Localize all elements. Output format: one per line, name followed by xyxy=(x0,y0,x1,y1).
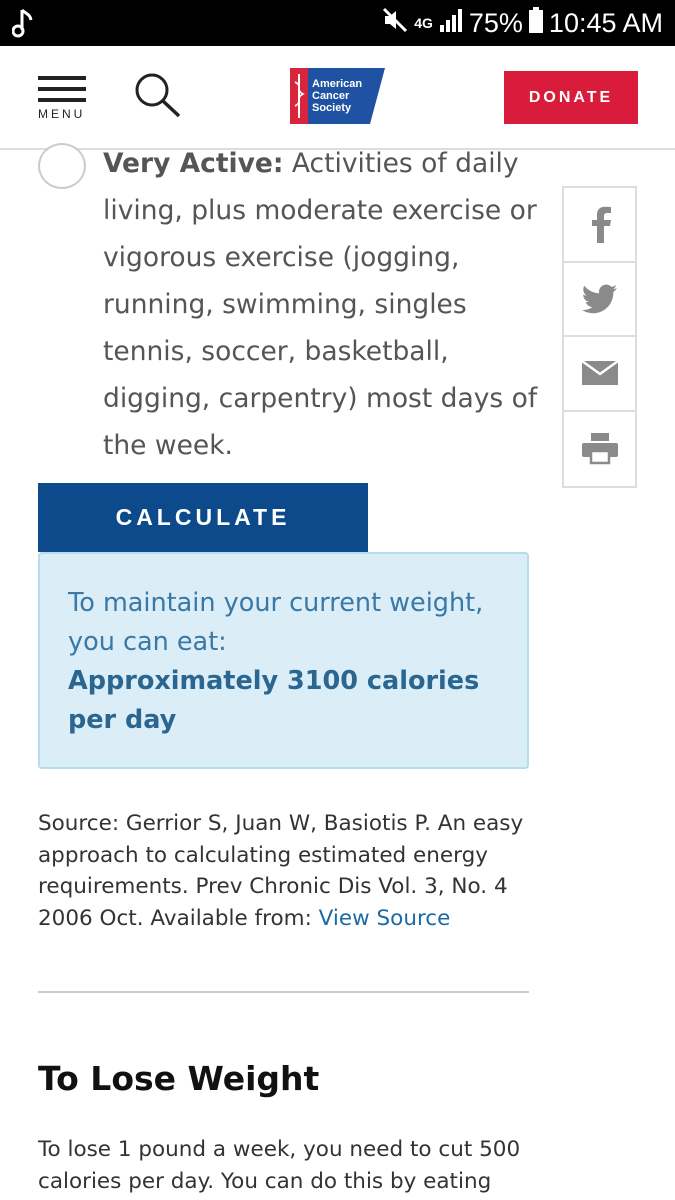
twitter-icon xyxy=(581,284,617,313)
logo-line-1: American xyxy=(312,78,362,90)
option-description: Activities of daily living, plus moderat… xyxy=(103,148,538,461)
site-header: MENU American Cancer Society DONATE xyxy=(0,46,675,150)
mute-icon xyxy=(382,7,408,40)
print-button[interactable] xyxy=(564,412,635,487)
battery-percent: 75% xyxy=(468,7,523,38)
logo-line-2: Cancer xyxy=(312,90,350,102)
lose-weight-heading: To Lose Weight xyxy=(38,1059,320,1098)
status-bar: 4G 75% 10:45 AM xyxy=(0,0,675,46)
share-rail xyxy=(562,186,637,488)
menu-label: MENU xyxy=(38,107,86,121)
activity-option-very-active[interactable]: Very Active: Activities of daily living,… xyxy=(103,140,543,469)
share-facebook-button[interactable] xyxy=(564,188,635,263)
donate-button[interactable]: DONATE xyxy=(504,71,638,124)
facebook-icon xyxy=(591,207,611,244)
network-label: 4G xyxy=(414,15,433,31)
section-divider xyxy=(38,991,529,993)
battery-icon xyxy=(528,6,543,40)
activity-radio-very-active[interactable] xyxy=(38,143,86,189)
result-panel: To maintain your current weight, you can… xyxy=(38,552,529,769)
calculate-button[interactable]: CALCULATE xyxy=(38,483,368,552)
menu-icon xyxy=(38,76,86,80)
logo-line-3: Society xyxy=(312,102,352,114)
print-icon xyxy=(581,432,618,464)
acs-logo[interactable]: American Cancer Society xyxy=(290,68,385,124)
source-citation: Source: Gerrior S, Juan W, Basiotis P. A… xyxy=(38,808,538,934)
search-icon xyxy=(135,73,181,118)
share-twitter-button[interactable] xyxy=(564,263,635,337)
lose-weight-body: To lose 1 pound a week, you need to cut … xyxy=(38,1137,521,1194)
search-button[interactable] xyxy=(132,70,182,120)
result-intro: To maintain your current weight, you can… xyxy=(68,588,484,657)
result-calories: Approximately 3100 calories per day xyxy=(68,666,480,735)
email-icon xyxy=(581,361,618,386)
music-note-icon xyxy=(11,6,34,40)
option-label: Very Active: xyxy=(103,148,284,179)
signal-icon xyxy=(439,7,463,40)
menu-button[interactable]: MENU xyxy=(36,74,92,126)
view-source-link[interactable]: View Source xyxy=(319,906,451,931)
clock: 10:45 AM xyxy=(548,7,663,38)
source-text: Source: Gerrior S, Juan W, Basiotis P. A… xyxy=(38,811,524,931)
share-email-button[interactable] xyxy=(564,337,635,412)
